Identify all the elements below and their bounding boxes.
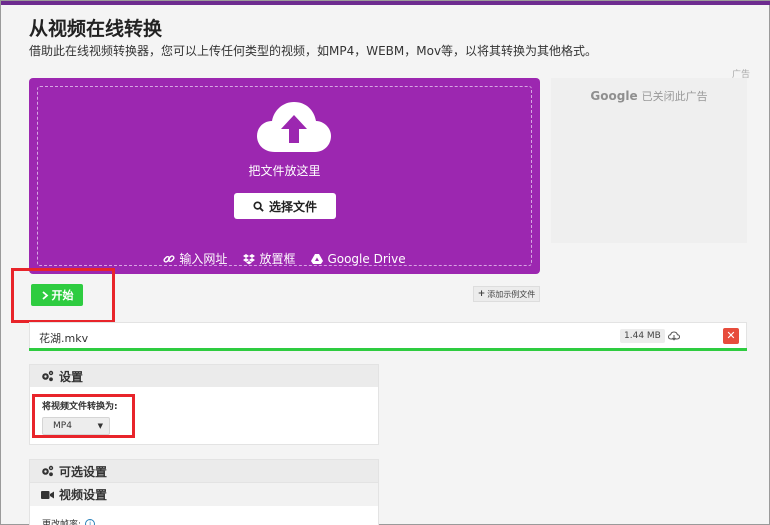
dropzone-border: 把文件放这里 选择文件 输入网址 放置框 Google Drive (37, 86, 532, 266)
file-size: 1.44 MB (620, 329, 665, 343)
add-sample-label: 添加示例文件 (487, 289, 536, 299)
link-icon (163, 254, 175, 263)
optional-settings-title: 可选设置 (59, 464, 108, 479)
ad-closed-text: 已关闭此广告 (641, 90, 708, 103)
ad-closed-message: Google 已关闭此广告 (551, 88, 747, 104)
url-source-link[interactable]: 输入网址 (163, 250, 227, 267)
choose-file-button[interactable]: 选择文件 (234, 193, 336, 219)
google-drive-source-label: Google Drive (327, 251, 406, 266)
video-settings-header[interactable]: 视频设置 (30, 482, 378, 506)
info-icon[interactable]: i (85, 518, 96, 525)
settings-title: 设置 (59, 369, 84, 384)
ad-brand: Google (590, 89, 638, 103)
video-camera-icon (41, 490, 54, 499)
page-title: 从视频在线转换 (29, 18, 163, 40)
google-drive-icon (311, 253, 324, 264)
optional-settings-header[interactable]: 可选设置 (30, 460, 378, 482)
format-highlight-box (32, 394, 135, 438)
dropbox-icon (243, 253, 256, 264)
url-source-label: 输入网址 (179, 252, 228, 266)
dropbox-source-link[interactable]: 放置框 (243, 250, 295, 267)
frame-rate-label: 更改帧率: (42, 520, 82, 525)
add-sample-button[interactable]: + 添加示例文件 (473, 286, 540, 302)
file-row: 花湖.mkv 1.44 MB ✕ (29, 322, 747, 350)
frame-rate-row: 更改帧率: i (42, 517, 96, 525)
page-subtitle: 借助此在线视频转换器，您可以上传任何类型的视频，如MP4，WEBM，Mov等，以… (29, 44, 598, 58)
settings-header: 设置 (30, 365, 378, 387)
ad-box: Google 已关闭此广告 (551, 78, 747, 243)
choose-file-label: 选择文件 (268, 199, 317, 214)
drop-hint: 把文件放这里 (248, 164, 321, 178)
optional-settings-panel: 可选设置 视频设置 更改帧率: i (29, 459, 379, 525)
source-links: 输入网址 放置框 Google Drive (38, 250, 531, 267)
cloud-upload-icon (257, 102, 331, 152)
start-highlight-box (11, 268, 115, 323)
plus-icon: + (477, 289, 486, 299)
close-icon: ✕ (726, 329, 736, 342)
file-name: 花湖.mkv (39, 332, 89, 345)
gears-icon (42, 465, 54, 477)
file-progress-bar (29, 348, 747, 351)
search-icon (253, 200, 264, 212)
top-bar (1, 1, 770, 5)
file-dropzone[interactable]: 把文件放这里 选择文件 输入网址 放置框 Google Drive (29, 78, 540, 274)
cloud-download-icon[interactable] (668, 330, 680, 342)
delete-file-button[interactable]: ✕ (723, 328, 739, 344)
google-drive-source-link[interactable]: Google Drive (311, 250, 406, 267)
video-settings-title: 视频设置 (59, 488, 108, 502)
dropbox-source-label: 放置框 (259, 252, 296, 266)
gears-icon (42, 370, 54, 382)
